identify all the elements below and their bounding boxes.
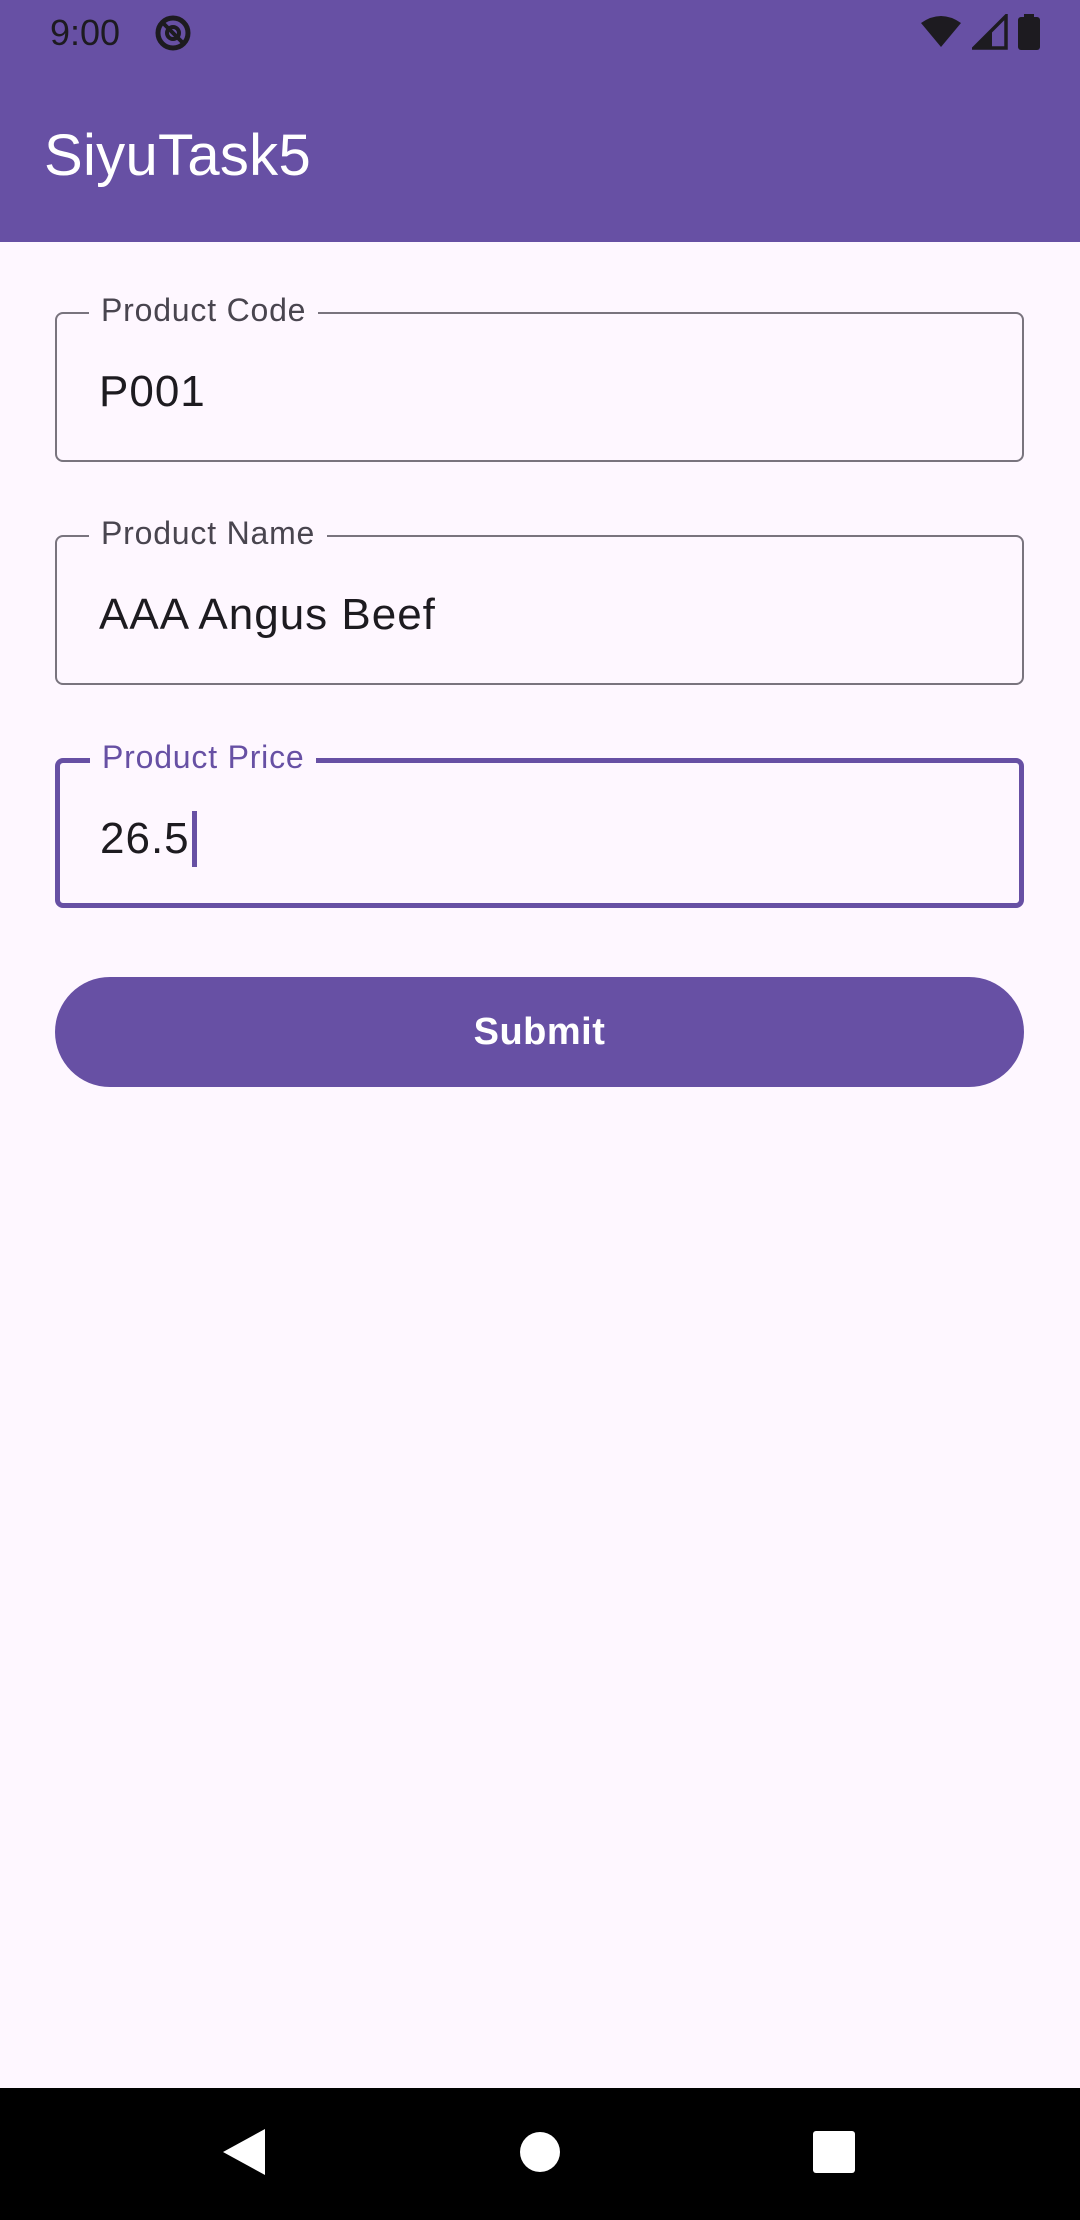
battery-icon bbox=[1018, 13, 1040, 55]
recents-button[interactable] bbox=[768, 2088, 900, 2220]
status-icons bbox=[920, 11, 1040, 55]
product-name-label: Product Name bbox=[89, 511, 328, 555]
product-name-input[interactable]: AAA Angus Beef bbox=[99, 587, 436, 643]
product-price-label: Product Price bbox=[90, 735, 317, 779]
product-code-input[interactable]: P001 bbox=[99, 364, 206, 420]
product-name-field[interactable]: Product Name AAA Angus Beef bbox=[55, 511, 1024, 685]
product-price-field[interactable]: Product Price 26.5 bbox=[55, 735, 1024, 908]
status-time: 9:00 bbox=[50, 12, 121, 53]
home-icon bbox=[519, 2131, 561, 2178]
signal-icon bbox=[969, 11, 1008, 55]
home-button[interactable] bbox=[474, 2088, 606, 2220]
screen: 9:00 SiyuTask5 Product Code P001 Product… bbox=[0, 0, 1080, 2220]
submit-button[interactable]: Submit bbox=[55, 977, 1024, 1087]
back-icon bbox=[221, 2127, 267, 2182]
product-price-value: 26.5 bbox=[100, 814, 190, 863]
dnd-icon bbox=[154, 14, 192, 52]
navigation-bar bbox=[0, 2088, 1080, 2220]
app-bar: SiyuTask5 bbox=[0, 66, 1080, 242]
product-code-label: Product Code bbox=[89, 288, 319, 332]
back-button[interactable] bbox=[178, 2088, 310, 2220]
product-price-input[interactable]: 26.5 bbox=[100, 811, 197, 867]
app-title: SiyuTask5 bbox=[44, 123, 312, 188]
text-cursor bbox=[191, 811, 197, 867]
status-bar: 9:00 bbox=[0, 0, 1080, 66]
recents-icon bbox=[813, 2130, 855, 2178]
wifi-icon bbox=[920, 15, 962, 54]
product-code-field[interactable]: Product Code P001 bbox=[55, 288, 1024, 462]
